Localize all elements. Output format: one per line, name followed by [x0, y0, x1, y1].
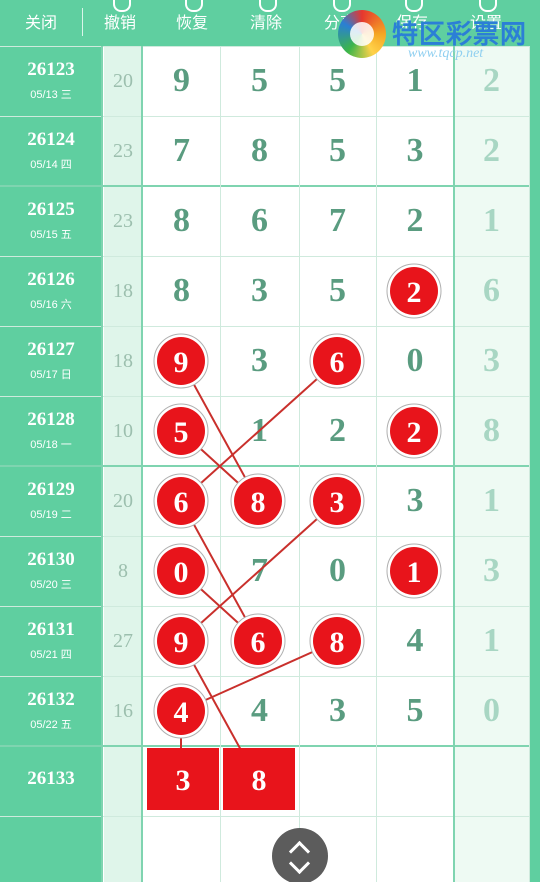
redo-button[interactable]: 恢复 — [164, 0, 220, 42]
logo-url: www.tqcp.net — [408, 46, 484, 61]
prediction-digit: 3 — [176, 764, 191, 797]
toolbar-divider — [82, 8, 83, 36]
ball-digit: 8 — [251, 486, 266, 519]
ball-digit: 6 — [174, 486, 189, 519]
prediction-box[interactable]: 8 — [223, 748, 295, 810]
hit-ball[interactable]: 3 — [309, 473, 365, 529]
clear-button[interactable]: 清除 — [238, 0, 294, 42]
ball-digit: 2 — [407, 276, 422, 309]
hit-ball[interactable]: 9 — [153, 333, 209, 389]
ball-digit: 0 — [174, 556, 189, 589]
undo-button[interactable]: 撤销 — [92, 0, 148, 42]
chevron-down-icon — [288, 852, 311, 875]
redo-icon — [185, 0, 203, 12]
close-label: 关闭 — [24, 15, 57, 32]
clear-label: 清除 — [249, 15, 282, 32]
hit-ball[interactable]: 6 — [153, 473, 209, 529]
ball-digit: 2 — [407, 416, 422, 449]
hit-ball[interactable]: 8 — [309, 613, 365, 669]
hit-ball[interactable]: 2 — [386, 263, 442, 319]
clear-icon — [259, 0, 277, 12]
prediction-boxes: 38 — [147, 748, 295, 810]
ball-digit: 9 — [174, 626, 189, 659]
ball-digit: 6 — [330, 346, 345, 379]
trend-overlay: 29 65 26 8 30 19 6 843 8 — [147, 263, 442, 810]
ball-digit: 3 — [330, 486, 345, 519]
prediction-box[interactable]: 3 — [147, 748, 219, 810]
close-button[interactable]: 关闭 — [8, 6, 74, 42]
hit-ball[interactable]: 9 — [153, 613, 209, 669]
ball-digit: 8 — [330, 626, 345, 659]
scroll-toggle-button[interactable] — [272, 828, 328, 882]
hit-ball[interactable]: 4 — [153, 683, 209, 739]
hit-ball[interactable]: 0 — [153, 543, 209, 599]
hit-ball[interactable]: 5 — [153, 403, 209, 459]
ball-digit: 1 — [407, 556, 422, 589]
prediction-digit: 8 — [252, 764, 267, 797]
logo-swirl-icon — [338, 10, 386, 58]
watermark-logo: 特区彩票网 www.tqcp.net — [338, 10, 538, 66]
ball-digit: 9 — [174, 346, 189, 379]
undo-label: 撤销 — [103, 15, 136, 32]
hit-ball[interactable]: 6 — [309, 333, 365, 389]
hit-ball[interactable]: 2 — [386, 403, 442, 459]
hit-ball[interactable]: 1 — [386, 543, 442, 599]
trend-chart-app: 26123 05/13 三 20 9 5 5 1 2 26124 05/14 四 23 7 8 5 3 2 26… — [0, 0, 540, 882]
ball-digit: 4 — [174, 696, 189, 729]
hit-balls: 2 9 6 5 2 6 8 3 0 1 9 6 8 4 — [153, 263, 442, 739]
ball-digit: 6 — [251, 626, 266, 659]
redo-label: 恢复 — [175, 15, 208, 32]
hit-ball[interactable]: 8 — [230, 473, 286, 529]
hit-ball[interactable]: 6 — [230, 613, 286, 669]
undo-icon — [113, 0, 131, 12]
ball-digit: 5 — [174, 416, 189, 449]
